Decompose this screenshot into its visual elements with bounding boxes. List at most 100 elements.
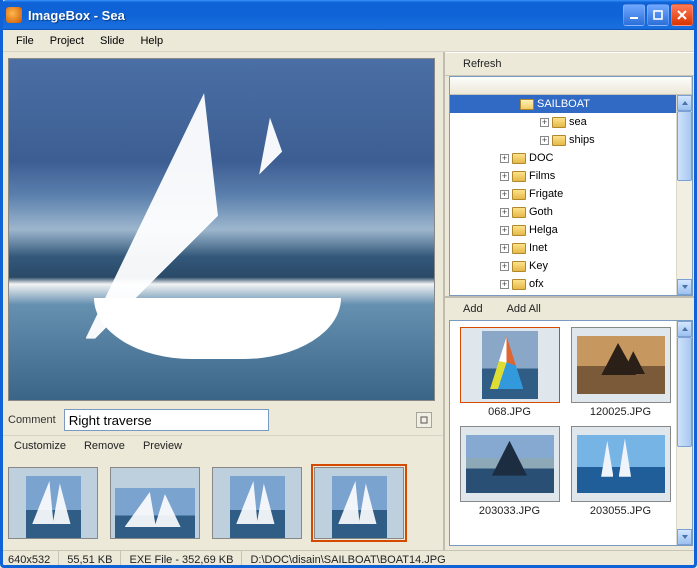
- tree-item-label: Helga: [529, 224, 558, 236]
- scroll-thumb[interactable]: [677, 111, 692, 181]
- scroll-up-icon[interactable]: [677, 95, 692, 111]
- status-filesize: 55,51 KB: [59, 551, 121, 568]
- tree-item[interactable]: + Helga: [450, 221, 692, 239]
- expand-icon[interactable]: +: [500, 244, 509, 253]
- workspace: Comment Customize Remove Preview Refresh: [0, 52, 697, 550]
- folder-icon: [512, 279, 526, 290]
- gallery-item[interactable]: 120025.JPG: [569, 327, 672, 418]
- browser-toolbar: Add Add All: [445, 296, 697, 320]
- gallery-thumb[interactable]: [571, 327, 671, 403]
- tree-item[interactable]: + ships: [450, 131, 692, 149]
- status-dimensions: 640x532: [0, 551, 59, 568]
- scroll-down-icon[interactable]: [677, 529, 692, 545]
- scroll-up-icon[interactable]: [677, 321, 692, 337]
- tree-item[interactable]: + DOC: [450, 149, 692, 167]
- tree-item-label: Goth: [529, 206, 553, 218]
- thumbnail-item[interactable]: [8, 467, 98, 539]
- expand-icon[interactable]: +: [500, 208, 509, 217]
- minimize-button[interactable]: [623, 4, 645, 26]
- expand-icon[interactable]: +: [500, 280, 509, 289]
- gallery-thumb[interactable]: [571, 426, 671, 502]
- maximize-button[interactable]: [647, 4, 669, 26]
- app-icon: [6, 7, 22, 23]
- expand-icon[interactable]: +: [500, 172, 509, 181]
- expand-icon[interactable]: +: [500, 226, 509, 235]
- tree-item-label: DOC: [529, 152, 553, 164]
- menu-slide[interactable]: Slide: [92, 33, 132, 49]
- gallery-label: 120025.JPG: [590, 406, 651, 418]
- gallery-label: 203033.JPG: [479, 505, 540, 517]
- folder-icon: [512, 261, 526, 272]
- folder-icon: [512, 225, 526, 236]
- tree-item[interactable]: +Inet: [450, 239, 692, 257]
- preview-button[interactable]: Preview: [135, 438, 190, 454]
- scroll-thumb[interactable]: [677, 337, 692, 447]
- tree-item[interactable]: +Films: [450, 167, 692, 185]
- add-all-button[interactable]: Add All: [499, 301, 549, 317]
- tree-item[interactable]: + sea: [450, 113, 692, 131]
- browser-scrollbar[interactable]: [676, 321, 692, 545]
- window-title: ImageBox - Sea: [28, 8, 621, 23]
- tree-item-label: sea: [569, 116, 587, 128]
- folder-icon: [512, 243, 526, 254]
- close-button[interactable]: [671, 4, 693, 26]
- tree-item[interactable]: +palm: [450, 293, 692, 296]
- comment-dropdown-icon[interactable]: [416, 412, 432, 428]
- gallery-item[interactable]: 203055.JPG: [569, 426, 672, 517]
- remove-button[interactable]: Remove: [76, 438, 133, 454]
- menubar: File Project Slide Help: [0, 30, 697, 52]
- folder-icon: [520, 99, 534, 110]
- comment-input[interactable]: [64, 409, 269, 431]
- scroll-down-icon[interactable]: [677, 279, 692, 295]
- expand-icon[interactable]: +: [540, 136, 549, 145]
- tree-item[interactable]: + Goth: [450, 203, 692, 221]
- refresh-button[interactable]: Refresh: [455, 56, 510, 72]
- folder-icon: [552, 135, 566, 146]
- statusbar: 640x532 55,51 KB EXE File - 352,69 KB D:…: [0, 550, 697, 568]
- tree-item-label: Frigate: [529, 188, 563, 200]
- thumbnail-item-selected[interactable]: [314, 467, 404, 539]
- preview-image: [8, 58, 435, 401]
- tree-item-label: ofx: [529, 278, 544, 290]
- folder-icon: [512, 207, 526, 218]
- gallery-label: 068.JPG: [488, 406, 531, 418]
- comment-label: Comment: [8, 414, 56, 426]
- tree-toolbar: Refresh: [445, 52, 697, 76]
- tree-item-label: SAILBOAT: [537, 98, 590, 110]
- tree-item-label: Key: [529, 260, 548, 272]
- expand-icon[interactable]: +: [500, 190, 509, 199]
- gallery-thumb[interactable]: [460, 426, 560, 502]
- tree-item-label: ships: [569, 134, 595, 146]
- folder-icon: [552, 117, 566, 128]
- status-path: D:\DOC\disain\SAILBOAT\BOAT14.JPG: [242, 551, 697, 568]
- image-browser[interactable]: 068.JPG 120025.JPG 203033.JPG 203055.JPG: [449, 320, 693, 546]
- menu-file[interactable]: File: [8, 33, 42, 49]
- customize-button[interactable]: Customize: [6, 438, 74, 454]
- tree-item[interactable]: + Frigate: [450, 185, 692, 203]
- left-pane: Comment Customize Remove Preview: [0, 52, 445, 550]
- expand-icon[interactable]: +: [500, 154, 509, 163]
- tree-item[interactable]: + Key: [450, 257, 692, 275]
- titlebar: ImageBox - Sea: [0, 0, 697, 30]
- status-exe: EXE File - 352,69 KB: [121, 551, 242, 568]
- menu-help[interactable]: Help: [132, 33, 171, 49]
- comment-row: Comment: [0, 405, 443, 435]
- folder-icon: [512, 171, 526, 182]
- gallery-thumb[interactable]: [460, 327, 560, 403]
- tree-scrollbar[interactable]: [676, 95, 692, 295]
- tree-item-selected[interactable]: SAILBOAT: [450, 95, 692, 113]
- gallery-item[interactable]: 203033.JPG: [458, 426, 561, 517]
- folder-icon: [512, 153, 526, 164]
- tree-header: [450, 77, 692, 95]
- gallery-label: 203055.JPG: [590, 505, 651, 517]
- gallery-item[interactable]: 068.JPG: [458, 327, 561, 418]
- thumbnail-strip: [0, 456, 443, 550]
- expand-icon[interactable]: +: [500, 262, 509, 271]
- add-button[interactable]: Add: [455, 301, 491, 317]
- thumbnail-item[interactable]: [110, 467, 200, 539]
- menu-project[interactable]: Project: [42, 33, 92, 49]
- expand-icon[interactable]: +: [540, 118, 549, 127]
- thumbnail-item[interactable]: [212, 467, 302, 539]
- folder-tree[interactable]: SAILBOAT+sea+ships+DOC+Films+Frigate+Got…: [449, 76, 693, 296]
- tree-item[interactable]: + ofx: [450, 275, 692, 293]
